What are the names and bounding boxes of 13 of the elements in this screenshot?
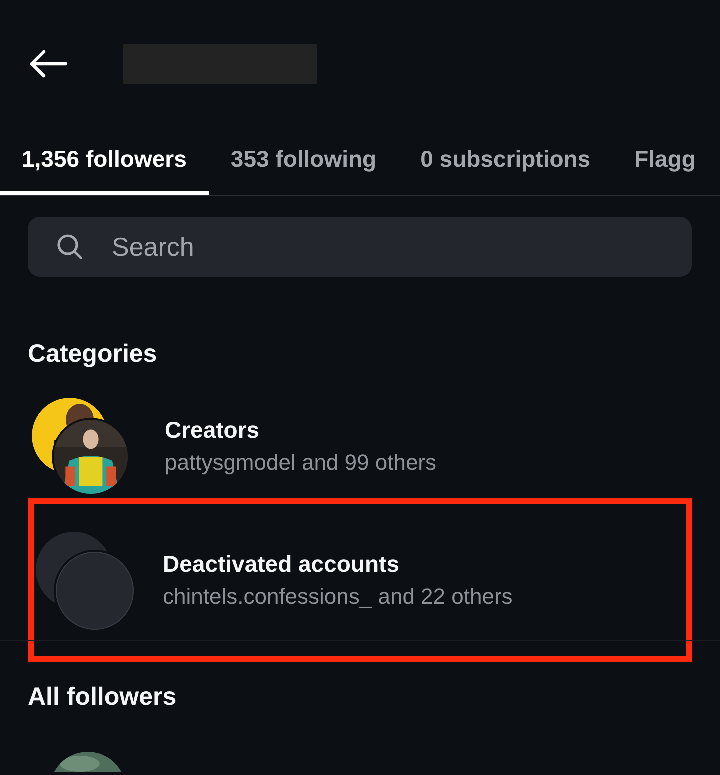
category-title[interactable]: Creators <box>165 416 437 444</box>
section-heading: All followers <box>27 682 178 712</box>
search-field[interactable]: Search <box>28 217 692 277</box>
tab[interactable]: Flagg <box>612 128 718 195</box>
back-arrow-icon[interactable] <box>28 49 68 79</box>
tab[interactable]: 0 subscriptions <box>398 128 613 195</box>
tab[interactable]: 1,356 followers <box>0 128 209 195</box>
section-heading: Categories <box>27 339 158 369</box>
tab[interactable]: 353 following <box>208 128 399 195</box>
category-subtitle: pattysgmodel and 99 others <box>165 450 437 476</box>
category-title[interactable]: Deactivated accounts <box>163 550 513 578</box>
category-row[interactable]: Creators pattysgmodel and 99 others <box>28 394 692 498</box>
category-subtitle: chintels.confessions_ and 22 others <box>163 584 513 610</box>
